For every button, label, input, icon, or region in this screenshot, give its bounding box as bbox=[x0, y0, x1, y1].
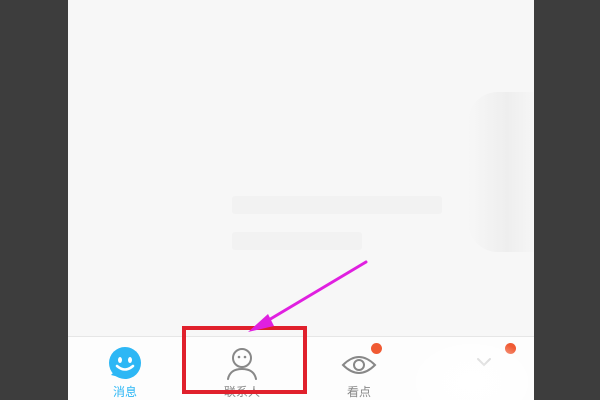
highlight-box bbox=[182, 326, 307, 394]
placeholder-bar bbox=[232, 196, 442, 214]
tab-label: 看点 bbox=[346, 385, 371, 399]
tab-messages[interactable]: 消息 bbox=[75, 337, 175, 400]
screenshot-stage: 消息 联系人 看点 bbox=[0, 0, 600, 400]
smiley-chat-icon bbox=[107, 345, 143, 381]
notification-badge bbox=[371, 343, 382, 354]
main-content-area bbox=[68, 0, 534, 336]
placeholder-bar bbox=[232, 232, 362, 250]
tab-discover[interactable]: 看点 bbox=[309, 337, 409, 400]
side-ghost-shape bbox=[468, 92, 534, 252]
tab-label: 消息 bbox=[112, 385, 137, 399]
ghost-overlay bbox=[410, 340, 534, 400]
